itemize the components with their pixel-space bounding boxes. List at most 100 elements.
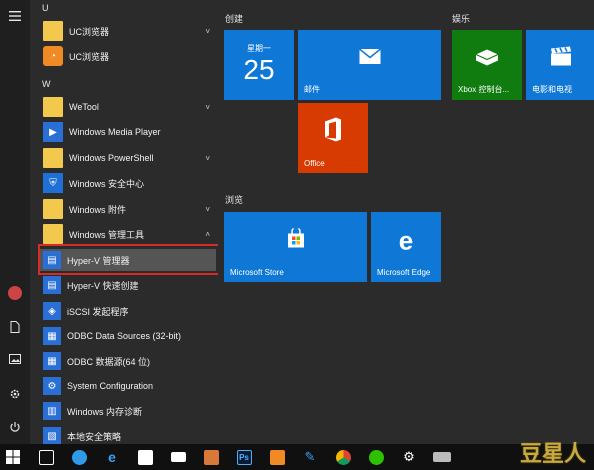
chevron-down-icon: ˅ [205, 153, 210, 163]
app-label: Windows 内存诊断 [67, 406, 143, 417]
film-clapper-icon [550, 46, 572, 72]
system-config-icon: ⚙ [43, 377, 61, 395]
tile-label: 邮件 [304, 85, 320, 94]
group-title-play[interactable]: 娱乐 [452, 12, 470, 25]
settings-icon[interactable]: ⚙ [396, 444, 422, 470]
browser-icon[interactable] [66, 444, 92, 470]
start-rail [0, 0, 30, 444]
taskbar: e Ps ✎ ⚙ [0, 444, 594, 470]
letter-header-u[interactable]: U [42, 3, 49, 13]
app-label: Hyper-V 快速创建 [67, 280, 139, 291]
hamburger-icon[interactable] [7, 8, 23, 24]
document-icon[interactable] [7, 319, 23, 335]
pictures-icon[interactable] [7, 351, 23, 367]
odbc-icon: ▦ [43, 352, 61, 370]
app-label: WeTool [69, 102, 99, 112]
chrome-icon[interactable] [330, 444, 356, 470]
folder-icon [43, 21, 63, 41]
office-icon [322, 117, 344, 147]
tile-label: Microsoft Edge [377, 268, 431, 277]
app-label: iSCSI 发起程序 [67, 306, 129, 317]
app-windows-accessories[interactable]: Windows 附件 ˅ [40, 198, 216, 220]
wechat-icon[interactable] [363, 444, 389, 470]
tile-label: Microsoft Store [230, 268, 284, 277]
media-icon[interactable] [198, 444, 224, 470]
letter-header-w[interactable]: W [42, 79, 51, 89]
app-label: Windows 管理工具 [69, 229, 145, 240]
app-hyperv-quick-create[interactable]: ▤ Hyper-V 快速创建 [40, 274, 216, 296]
app-system-configuration[interactable]: ⚙ System Configuration [40, 375, 216, 397]
avatar[interactable] [8, 286, 22, 300]
calendar-date: 25 [243, 54, 275, 85]
tile-xbox[interactable]: Xbox 控制台... [452, 30, 522, 100]
edge-icon: e [398, 225, 414, 256]
shield-icon: ⛨ [43, 173, 63, 193]
app-label: Windows Media Player [69, 127, 161, 137]
app-list[interactable]: U UC浏览器 ˅ ◔ UC浏览器 W WeTool ˅ ▶ Windows M… [30, 0, 218, 445]
power-icon[interactable] [7, 419, 23, 435]
app-memory-diagnostic[interactable]: ▥ Windows 内存诊断 [40, 400, 216, 422]
group-title-create[interactable]: 创建 [225, 12, 243, 25]
folder-icon [43, 224, 63, 244]
highlight-box [38, 244, 220, 275]
app-uc-browser-1[interactable]: UC浏览器 ˅ [40, 20, 216, 42]
store-icon[interactable] [132, 444, 158, 470]
app-label: UC浏览器 [69, 26, 109, 37]
feather-icon[interactable]: ✎ [297, 444, 323, 470]
calendar-day: 星期一 [247, 44, 271, 53]
app-label: Windows PowerShell [69, 153, 154, 163]
odbc-icon: ▦ [43, 327, 61, 345]
mail-icon[interactable] [165, 444, 191, 470]
tile-office[interactable]: Office [298, 103, 368, 173]
tile-label: Xbox 控制台... [458, 85, 510, 94]
security-policy-icon: ▧ [43, 427, 61, 445]
tile-microsoft-edge[interactable]: e Microsoft Edge [371, 212, 441, 282]
app-label: ODBC 数据源(64 位) [67, 356, 151, 367]
settings-icon[interactable] [7, 386, 23, 402]
app-windows-media-player[interactable]: ▶ Windows Media Player [40, 121, 216, 143]
app-wetool[interactable]: WeTool ˅ [40, 96, 216, 118]
chevron-down-icon: ˅ [205, 102, 210, 112]
media-player-icon: ▶ [43, 122, 63, 142]
chevron-up-icon: ˄ [205, 229, 210, 239]
app-iscsi-initiator[interactable]: ◈ iSCSI 发起程序 [40, 300, 216, 322]
app-windows-admin-tools[interactable]: Windows 管理工具 ˄ [40, 223, 216, 245]
photoshop-icon[interactable]: Ps [231, 444, 257, 470]
app-odbc-64[interactable]: ▦ ODBC 数据源(64 位) [40, 350, 216, 372]
watermark-logo: 豆星人 [519, 441, 586, 466]
uc-browser-icon[interactable] [264, 444, 290, 470]
folder-icon [43, 199, 63, 219]
tile-area: 创建 娱乐 浏览 星期一 25 邮件 Office Xbox 控制台... 电影… [218, 0, 594, 444]
xbox-console-icon [474, 47, 500, 72]
start-button[interactable] [0, 444, 26, 470]
mail-icon [358, 48, 381, 70]
task-view-icon[interactable] [33, 444, 59, 470]
tile-calendar[interactable]: 星期一 25 [224, 30, 294, 100]
app-label: UC浏览器 [69, 51, 109, 62]
app-odbc-32[interactable]: ▦ ODBC Data Sources (32-bit) [40, 325, 216, 347]
tile-movies-tv[interactable]: 电影和电视 [526, 30, 594, 100]
folder-icon [43, 148, 63, 168]
hyperv-icon: ▤ [43, 276, 61, 294]
chevron-down-icon: ˅ [205, 26, 210, 36]
app-label: ODBC Data Sources (32-bit) [67, 331, 182, 341]
iscsi-icon: ◈ [43, 302, 61, 320]
memory-diagnostic-icon: ▥ [43, 402, 61, 420]
tile-label: 电影和电视 [532, 85, 572, 94]
uc-browser-icon: ◔ [43, 46, 63, 66]
keyboard-icon[interactable] [429, 444, 455, 470]
edge-icon[interactable]: e [99, 444, 125, 470]
app-label: Windows 安全中心 [69, 178, 145, 189]
start-menu: U UC浏览器 ˅ ◔ UC浏览器 W WeTool ˅ ▶ Windows M… [0, 0, 594, 470]
folder-icon [43, 97, 63, 117]
group-title-browse[interactable]: 浏览 [225, 193, 243, 206]
app-windows-security[interactable]: ⛨ Windows 安全中心 [40, 172, 216, 194]
app-label: System Configuration [67, 381, 154, 391]
app-windows-powershell[interactable]: Windows PowerShell ˅ [40, 147, 216, 169]
tile-mail[interactable]: 邮件 [298, 30, 441, 100]
app-uc-browser-2[interactable]: ◔ UC浏览器 [40, 45, 216, 67]
tile-microsoft-store[interactable]: Microsoft Store [224, 212, 367, 282]
store-bag-icon [286, 227, 306, 254]
chevron-down-icon: ˅ [205, 204, 210, 214]
app-label: 本地安全策略 [67, 431, 122, 442]
